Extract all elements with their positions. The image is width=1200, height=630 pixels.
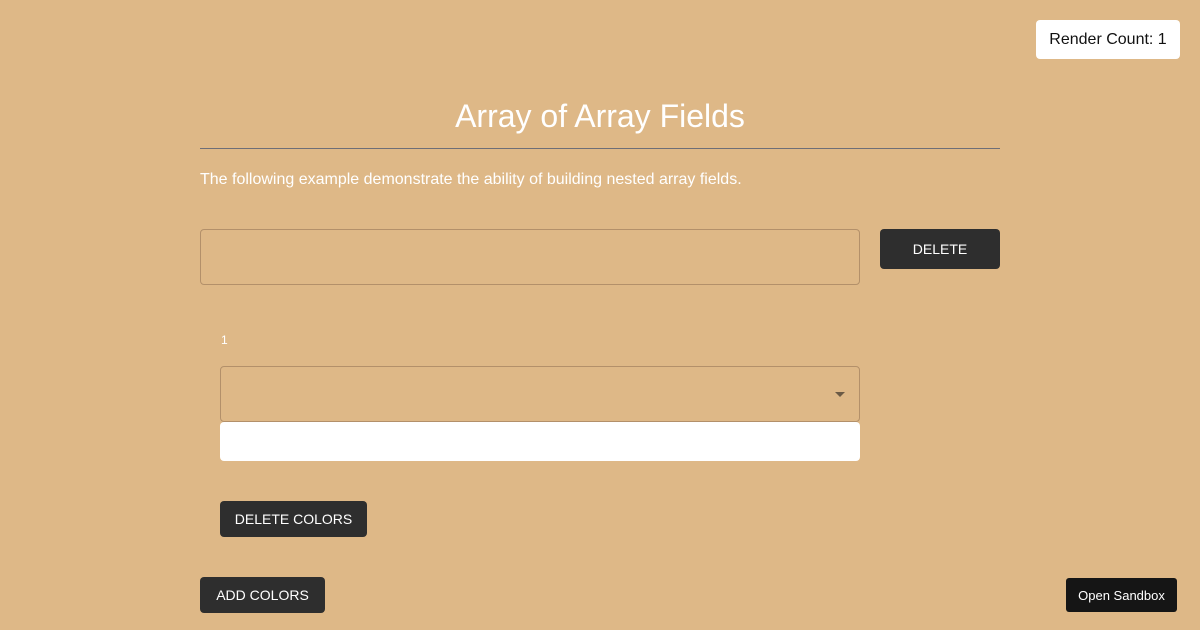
add-colors-button[interactable]: ADD COLORS (200, 577, 325, 613)
nested-array-index-label: 1 (221, 333, 228, 347)
page: Render Count: 1 Array of Array Fields Th… (0, 0, 1200, 630)
title-divider (200, 148, 1000, 149)
delete-button[interactable]: DELETE (880, 229, 1000, 269)
render-count-label: Render Count: 1 (1049, 30, 1167, 48)
caret-down-icon (835, 392, 845, 397)
array-item-input[interactable] (200, 229, 860, 285)
open-sandbox-button[interactable]: Open Sandbox (1066, 578, 1177, 612)
delete-colors-button[interactable]: DELETE COLORS (220, 501, 367, 537)
render-count-badge: Render Count: 1 (1036, 20, 1180, 59)
page-description: The following example demonstrate the ab… (200, 171, 742, 188)
color-select[interactable] (220, 366, 860, 422)
color-input[interactable] (220, 422, 860, 461)
page-title: Array of Array Fields (455, 98, 745, 134)
